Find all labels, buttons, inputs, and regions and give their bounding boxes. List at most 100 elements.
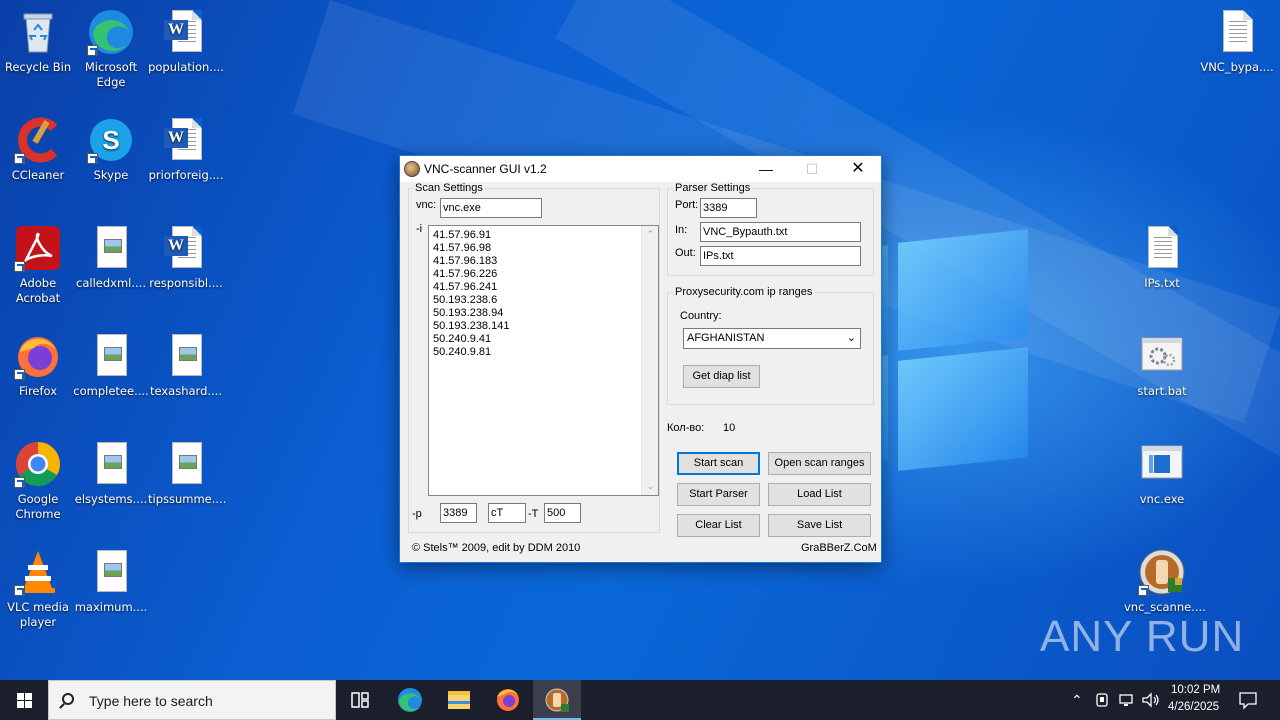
search-icon bbox=[62, 693, 74, 705]
taskbar-vnc-scanner[interactable] bbox=[533, 680, 581, 720]
close-button[interactable]: ✕ bbox=[835, 156, 881, 182]
desktop-icon-label: Microsoft Edge bbox=[84, 60, 138, 89]
proxy-ranges-label: Proxysecurity.com ip ranges bbox=[673, 286, 815, 298]
scroll-up-icon[interactable]: ⌃ bbox=[646, 230, 655, 239]
taskbar-firefox[interactable] bbox=[484, 680, 532, 720]
device-icon[interactable] bbox=[1094, 691, 1110, 709]
port-label: Port: bbox=[675, 199, 699, 211]
desktop-icon-ips-txt[interactable]: IPs.txt bbox=[1124, 224, 1200, 291]
ip-list-item[interactable]: 41.57.96.183 bbox=[433, 255, 509, 268]
ip-list-scrollbar[interactable]: ⌃ ⌄ bbox=[641, 226, 658, 495]
taskbar-edge[interactable] bbox=[386, 680, 434, 720]
shortcut-arrow-icon bbox=[14, 153, 25, 164]
vlc-icon bbox=[14, 548, 62, 596]
ip-list-item[interactable]: 41.57.96.241 bbox=[433, 281, 509, 294]
desktop-icon-skype[interactable]: S Skype bbox=[73, 116, 149, 183]
network-icon[interactable] bbox=[1118, 691, 1136, 709]
country-select[interactable]: AFGHANISTAN ⌄ bbox=[683, 328, 861, 349]
desktop-icon-vlc[interactable]: VLC media player bbox=[0, 548, 76, 630]
clear-list-button[interactable]: Clear List bbox=[677, 514, 760, 537]
country-select-value: AFGHANISTAN bbox=[687, 332, 765, 344]
vnc-scanner-window[interactable]: VNC-scanner GUI v1.2 — ☐ ✕ Scan Settings… bbox=[399, 155, 882, 563]
chevron-down-icon: ⌄ bbox=[846, 332, 856, 344]
in-file-field[interactable]: VNC_Bypauth.txt bbox=[700, 222, 861, 242]
out-file-field[interactable]: IPs.txt bbox=[700, 246, 861, 266]
desktop-icon-texashard[interactable]: texashard.... bbox=[148, 332, 224, 399]
start-scan-button[interactable]: Start scan bbox=[677, 452, 760, 475]
parser-settings-label: Parser Settings bbox=[673, 182, 753, 194]
volume-icon[interactable] bbox=[1141, 691, 1161, 709]
file-explorer-icon bbox=[448, 691, 470, 709]
port-field[interactable]: 3389 bbox=[700, 198, 757, 218]
save-list-button[interactable]: Save List bbox=[768, 514, 871, 537]
desktop-icon-priorforeig[interactable]: W priorforeig.... bbox=[148, 116, 224, 183]
desktop-icon-population[interactable]: W population.... bbox=[148, 8, 224, 75]
search-placeholder: Type here to search bbox=[89, 693, 213, 709]
p-field[interactable]: 3389 bbox=[440, 503, 477, 523]
desktop-icon-firefox[interactable]: Firefox bbox=[0, 332, 76, 399]
task-view-button[interactable] bbox=[336, 680, 384, 720]
desktop-icon-vnc-bypass[interactable]: VNC_bypa.... bbox=[1199, 8, 1275, 75]
notification-icon[interactable] bbox=[1238, 690, 1258, 710]
desktop-icon-completee[interactable]: completee.... bbox=[73, 332, 149, 399]
shortcut-arrow-icon bbox=[14, 477, 25, 488]
desktop-icon-recycle-bin[interactable]: Recycle Bin bbox=[0, 8, 76, 75]
desktop-icon-google-chrome[interactable]: Google Chrome bbox=[0, 440, 76, 522]
desktop-icon-label: population.... bbox=[148, 60, 224, 74]
start-parser-button[interactable]: Start Parser bbox=[677, 483, 760, 506]
desktop-icon-adobe-acrobat[interactable]: Adobe Acrobat bbox=[0, 224, 76, 306]
desktop-icon-elsystems[interactable]: elsystems.... bbox=[73, 440, 149, 507]
ip-list-item[interactable]: 50.193.238.141 bbox=[433, 320, 509, 333]
p-label: -p bbox=[412, 508, 422, 520]
clock-time[interactable]: 10:02 PM bbox=[1171, 684, 1220, 696]
desktop-icon-ccleaner[interactable]: CCleaner bbox=[0, 116, 76, 183]
desktop-icon-vnc-exe[interactable]: vnc.exe bbox=[1124, 440, 1200, 507]
ip-list[interactable]: 41.57.96.91 41.57.96.98 41.57.96.183 41.57.… bbox=[428, 225, 659, 496]
maximize-button[interactable]: ☐ bbox=[789, 156, 835, 182]
shortcut-arrow-icon bbox=[14, 261, 25, 272]
ip-list-item[interactable]: 50.240.9.81 bbox=[433, 346, 509, 359]
ip-list-item[interactable]: 41.57.96.91 bbox=[433, 229, 509, 242]
load-list-button[interactable]: Load List bbox=[768, 483, 871, 506]
vnc-scanner-icon bbox=[404, 161, 420, 177]
chevron-up-icon[interactable]: ⌃ bbox=[1071, 692, 1083, 709]
ip-list-item[interactable]: 50.240.9.41 bbox=[433, 333, 509, 346]
ip-list-item[interactable]: 41.57.96.98 bbox=[433, 242, 509, 255]
desktop-icon-label: CCleaner bbox=[11, 168, 65, 182]
desktop-icon-label: VLC media player bbox=[7, 600, 69, 629]
desktop-icon-label: VNC_bypa.... bbox=[1200, 60, 1274, 74]
text-file-icon bbox=[1213, 8, 1261, 56]
vnc-path-field[interactable]: vnc.exe bbox=[440, 198, 542, 218]
t-field[interactable]: 500 bbox=[544, 503, 581, 523]
desktop-icon-calledxml[interactable]: calledxml.... bbox=[73, 224, 149, 291]
desktop-icon-responsibl[interactable]: W responsibl.... bbox=[148, 224, 224, 291]
start-button[interactable] bbox=[0, 680, 48, 720]
desktop-icon-edge[interactable]: Microsoft Edge bbox=[73, 8, 149, 90]
get-diap-list-button[interactable]: Get diap list bbox=[683, 365, 760, 388]
count-value: 10 bbox=[723, 422, 736, 434]
ct-field[interactable]: cT bbox=[488, 503, 526, 523]
desktop-icon-tipssumme[interactable]: tipssumme.... bbox=[148, 440, 226, 507]
ccleaner-icon bbox=[14, 116, 62, 164]
desktop-icon-vnc-scanner[interactable]: vnc_scanne.... bbox=[1124, 548, 1206, 615]
ip-list-item[interactable]: 50.193.238.94 bbox=[433, 307, 509, 320]
taskbar-search-box[interactable]: Type here to search bbox=[48, 680, 336, 720]
image-file-icon bbox=[87, 548, 135, 596]
open-scan-ranges-button[interactable]: Open scan ranges bbox=[768, 452, 871, 475]
ip-list-items: 41.57.96.91 41.57.96.98 41.57.96.183 41.57.… bbox=[433, 229, 509, 359]
ip-list-item[interactable]: 41.57.96.226 bbox=[433, 268, 509, 281]
grabberz-link[interactable]: GraBBerZ.CoM bbox=[801, 542, 877, 554]
minimize-button[interactable]: — bbox=[743, 156, 789, 182]
desktop-icon-label: priorforeig.... bbox=[148, 168, 224, 182]
desktop-icon-start-bat[interactable]: start.bat bbox=[1124, 332, 1200, 399]
taskbar-file-explorer[interactable] bbox=[435, 680, 483, 720]
desktop-icon-maximum[interactable]: maximum.... bbox=[73, 548, 149, 615]
out-label: Out: bbox=[675, 247, 696, 259]
vnc-scanner-icon bbox=[545, 688, 569, 712]
window-titlebar[interactable]: VNC-scanner GUI v1.2 — ☐ ✕ bbox=[400, 156, 881, 182]
ip-list-item[interactable]: 50.193.238.6 bbox=[433, 294, 509, 307]
recycle-bin-icon bbox=[14, 8, 62, 56]
scroll-down-icon[interactable]: ⌄ bbox=[646, 482, 655, 491]
clock-date[interactable]: 4/26/2025 bbox=[1168, 701, 1219, 713]
chrome-icon bbox=[14, 440, 62, 488]
